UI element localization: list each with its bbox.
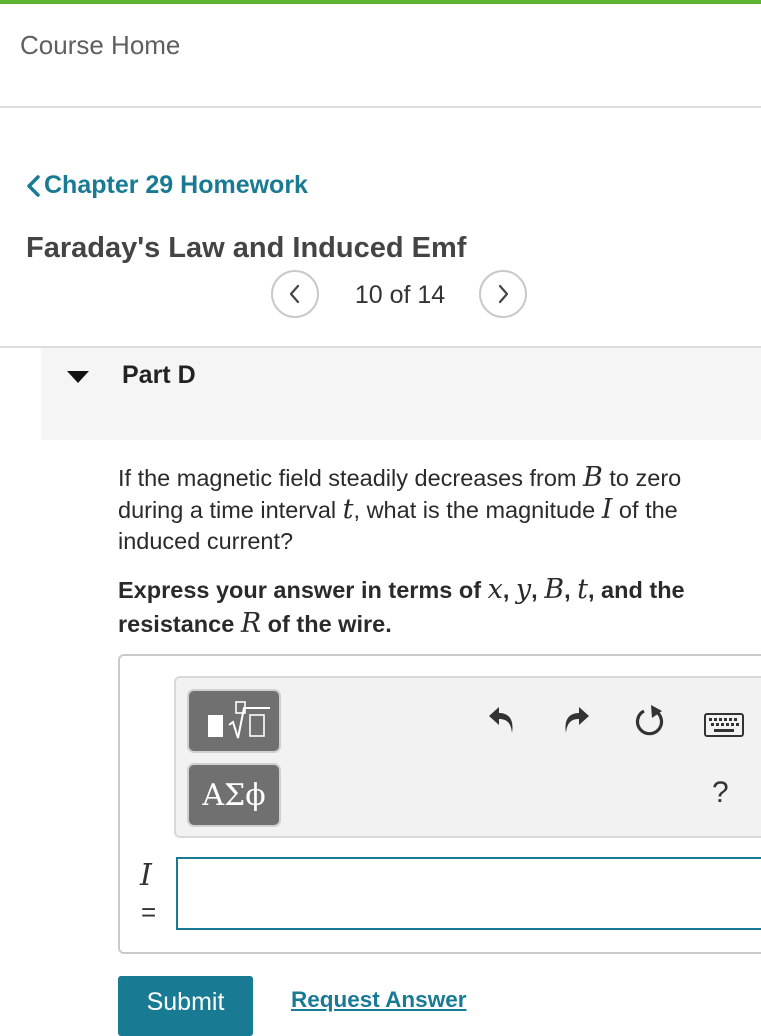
templates-icon (208, 701, 270, 739)
question-text: If the magnetic field steadily decreases… (118, 462, 682, 554)
chevron-left-icon (27, 174, 40, 197)
keyboard-icon (704, 713, 744, 737)
answer-variable: I (140, 858, 152, 893)
top-accent-bar (0, 0, 761, 4)
course-home-link[interactable]: Course Home (20, 30, 180, 61)
redo-button[interactable] (558, 700, 594, 740)
answer-input[interactable] (176, 857, 761, 930)
templates-button[interactable] (187, 689, 281, 753)
greek-symbols-button[interactable]: ΑΣϕ (187, 763, 281, 827)
item-position: 10 of 14 (354, 281, 446, 309)
previous-item-button[interactable] (271, 270, 319, 318)
request-answer-link[interactable]: Request Answer (291, 987, 466, 1013)
undo-button[interactable] (484, 700, 520, 740)
page-title: Faraday's Law and Induced Emf (26, 232, 467, 264)
submit-button[interactable]: Submit (118, 976, 253, 1036)
help-button[interactable]: ? (712, 776, 729, 810)
chapter-back-label: Chapter 29 Homework (44, 171, 308, 199)
next-item-button[interactable] (479, 270, 527, 318)
chapter-back-link[interactable]: Chapter 29 Homework (24, 171, 308, 200)
keyboard-button[interactable] (702, 710, 746, 740)
part-label: Part D (122, 361, 196, 389)
greek-symbols-label: ΑΣϕ (202, 777, 266, 813)
equals-sign: = (141, 897, 157, 927)
header-divider (0, 106, 761, 108)
redo-icon (565, 707, 589, 733)
reset-icon (635, 705, 664, 736)
caret-down-icon[interactable] (66, 370, 90, 384)
answer-instructions: Express your answer in terms of x, y, B,… (118, 574, 685, 639)
reset-button[interactable] (630, 700, 670, 744)
chevron-left-icon (289, 284, 300, 304)
chevron-right-icon (498, 284, 509, 304)
undo-icon (489, 707, 513, 733)
